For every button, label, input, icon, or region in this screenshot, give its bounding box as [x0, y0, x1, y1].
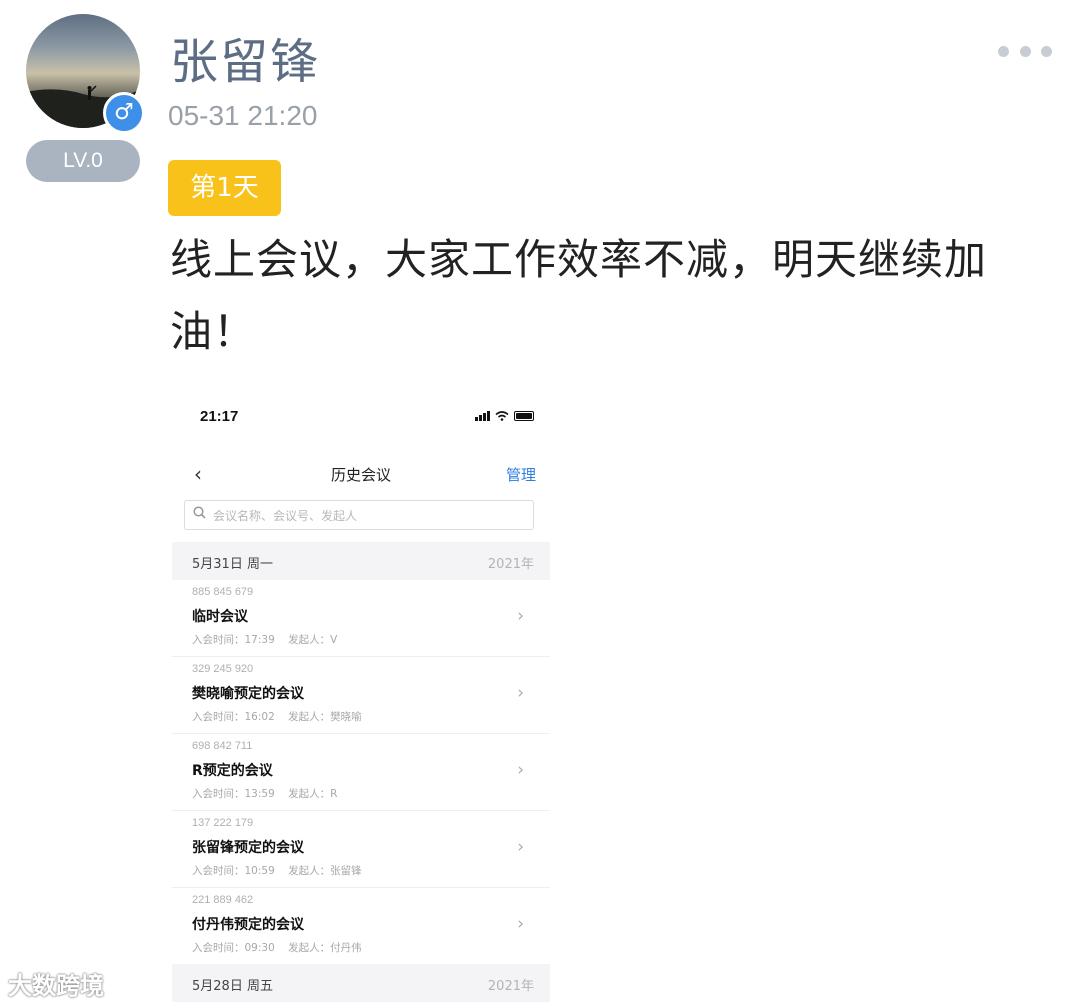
watermark: 大数跨境 — [8, 972, 104, 1000]
meeting-host: 发起人：张留锋 — [288, 865, 362, 877]
nav-title: 历史会议 — [330, 466, 391, 484]
meeting-name: 付丹伟预定的会议 — [192, 917, 304, 933]
meeting-row[interactable]: 137 222 179 张留锋预定的会议 入会时间：10:59 发起人：张留锋 … — [172, 811, 550, 888]
post-text: 线上会议，大家工作效率不减，明天继续加油！ — [170, 235, 988, 356]
manage-button[interactable]: 管理 — [506, 464, 536, 485]
search-icon — [193, 506, 206, 519]
date-group-header: 5月31日 周一 2021年 — [172, 542, 550, 580]
meeting-host: 发起人：V — [288, 634, 338, 646]
chevron-right-icon: › — [517, 837, 524, 857]
meeting-host: 发起人：R — [288, 788, 338, 800]
meeting-time: 入会时间：09:30 — [192, 942, 275, 954]
group-date: 5月31日 周一 — [192, 557, 273, 572]
chevron-right-icon: › — [517, 914, 524, 934]
nav-bar: ‹ 历史会议 管理 — [172, 454, 550, 494]
chevron-right-icon: › — [517, 606, 524, 626]
gender-male-icon: ♂ — [103, 92, 145, 134]
meeting-meta: 入会时间：17:39 发起人：V — [192, 632, 337, 647]
meeting-search-input[interactable]: 会议名称、会议号、发起人 — [184, 500, 534, 530]
meeting-host: 发起人：樊晓喻 — [288, 711, 362, 723]
meeting-name: R预定的会议 — [192, 763, 273, 779]
chevron-right-icon: › — [517, 683, 524, 703]
battery-icon — [514, 410, 534, 421]
group-year: 2021年 — [487, 557, 534, 572]
wifi-icon — [495, 410, 509, 421]
post-timestamp: 05-31 21:20 — [168, 100, 318, 131]
chevron-right-icon: › — [517, 760, 524, 780]
meeting-time: 入会时间：10:59 — [192, 865, 275, 877]
meeting-time: 入会时间：13:59 — [192, 788, 275, 800]
meeting-row[interactable]: 221 889 462 付丹伟预定的会议 入会时间：09:30 发起人：付丹伟 … — [172, 888, 550, 965]
search-placeholder: 会议名称、会议号、发起人 — [213, 509, 358, 523]
meeting-name: 临时会议 — [192, 609, 248, 625]
group-year: 2021年 — [487, 979, 534, 994]
meeting-row[interactable]: 885 845 679 临时会议 入会时间：17:39 发起人：V › — [172, 580, 550, 657]
meeting-meta: 入会时间：13:59 发起人：R — [192, 786, 337, 801]
meeting-row[interactable]: 698 842 711 R预定的会议 入会时间：13:59 发起人：R › — [172, 734, 550, 811]
meeting-name: 樊晓喻预定的会议 — [192, 686, 304, 702]
meeting-meta: 入会时间：16:02 发起人：樊晓喻 — [192, 709, 362, 724]
meeting-id: 698 842 711 — [192, 740, 253, 752]
attached-screenshot[interactable]: 21:17 ‹ 历史会议 管理 会议名称、会议号、发起人 5月31日 周一 20… — [172, 386, 550, 1002]
meeting-name: 张留锋预定的会议 — [192, 840, 304, 856]
meeting-id: 885 845 679 — [192, 586, 254, 598]
group-date: 5月28日 周五 — [192, 979, 273, 994]
level-badge: LV.0 — [26, 140, 140, 182]
meeting-meta: 入会时间：10:59 发起人：张留锋 — [192, 863, 362, 878]
signal-icon — [475, 410, 490, 421]
day-badge: 第1天 — [168, 160, 281, 216]
meeting-row[interactable]: 329 245 920 樊晓喻预定的会议 入会时间：16:02 发起人：樊晓喻 … — [172, 657, 550, 734]
meeting-meta: 入会时间：09:30 发起人：付丹伟 — [192, 940, 362, 955]
meeting-time: 入会时间：16:02 — [192, 711, 275, 723]
meeting-id: 329 245 920 — [192, 663, 254, 675]
meeting-time: 入会时间：17:39 — [192, 634, 275, 646]
meeting-host: 发起人：付丹伟 — [288, 942, 362, 954]
status-time: 21:17 — [200, 408, 239, 425]
date-group-header: 5月28日 周五 2021年 — [172, 964, 550, 1002]
meeting-id: 221 889 462 — [192, 894, 254, 906]
status-bar: 21:17 — [172, 386, 550, 446]
more-options-icon[interactable] — [998, 42, 1052, 60]
username[interactable]: 张留锋 — [170, 22, 320, 92]
meeting-id: 137 222 179 — [192, 817, 254, 829]
